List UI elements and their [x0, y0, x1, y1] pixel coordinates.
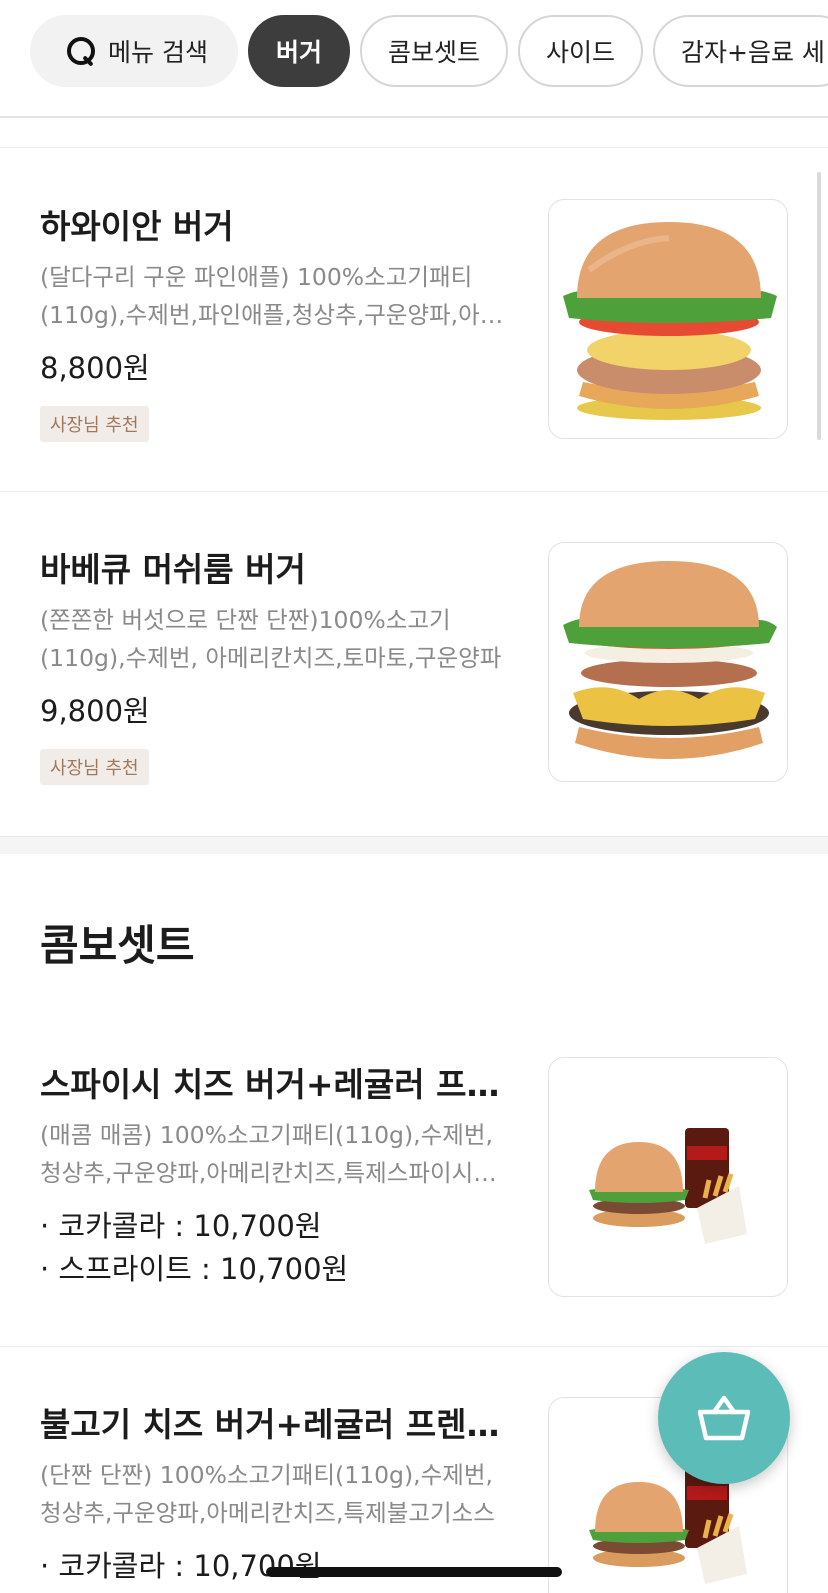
menu-search-label: 메뉴 검색 [108, 38, 208, 67]
item-description: (단짠 단짠) 100%소고기패티(110g),수제번,청상추,구운양파,아메리… [40, 1461, 495, 1527]
item-description: (쫀쫀한 버섯으로 단짠 단짠)100%소고기(110g),수제번, 아메리칸치… [40, 606, 502, 672]
item-separator [0, 1346, 828, 1347]
option-price-sprite: · 스프라이트 : 10,700원 [40, 1252, 349, 1286]
item-name: 바베큐 머쉬룸 버거 [40, 550, 306, 589]
scroll-indicator[interactable] [817, 172, 821, 440]
tab-burger[interactable]: 버거 [247, 15, 350, 87]
item-description: (달다구리 구운 파인애플) 100%소고기패티(110g),수제번,파인애플,… [40, 263, 502, 329]
tab-fries-drink-set[interactable]: 감자+음료 세 [653, 15, 828, 87]
search-icon [66, 36, 96, 66]
section-divider [0, 836, 828, 854]
option-price-coke: · 코카콜라 : 10,700원 [40, 1209, 322, 1243]
item-description: (매콤 매콤) 100%소고기패티(110g),수제번,청상추,구운양파,아메리… [40, 1121, 495, 1187]
item-separator [0, 491, 828, 492]
category-chips: 메뉴 검색 버거 콤보셋트 사이드 감자+음료 세 [30, 15, 828, 87]
menu-search-button[interactable]: 메뉴 검색 [30, 15, 238, 87]
spicy-combo-image [548, 1057, 788, 1297]
recommend-badge: 사장님 추천 [40, 749, 149, 785]
tab-combo-set[interactable]: 콤보셋트 [359, 15, 508, 87]
item-name: 불고기 치즈 버거+레귤러 프렌치프라이 [40, 1405, 500, 1444]
basket-icon [697, 1395, 751, 1441]
option-price-coke: · 코카콜라 : 10,700원 [40, 1549, 322, 1583]
home-indicator[interactable] [266, 1567, 562, 1577]
item-price: 9,800원 [40, 694, 150, 728]
item-price: 8,800원 [40, 351, 150, 385]
item-name: 하와이안 버거 [40, 207, 234, 246]
category-bar: 메뉴 검색 버거 콤보셋트 사이드 감자+음료 세 [0, 0, 828, 118]
bbq-mushroom-burger-image [548, 542, 788, 782]
hawaiian-burger-image [548, 199, 788, 439]
tab-side[interactable]: 사이드 [517, 15, 643, 87]
item-name: 스파이시 치즈 버거+레귤러 프렌치프라이 [40, 1065, 500, 1104]
recommend-badge: 사장님 추천 [40, 406, 149, 442]
section-title-combo: 콤보셋트 [40, 921, 195, 970]
divider [0, 147, 828, 148]
cart-button[interactable] [658, 1352, 790, 1484]
